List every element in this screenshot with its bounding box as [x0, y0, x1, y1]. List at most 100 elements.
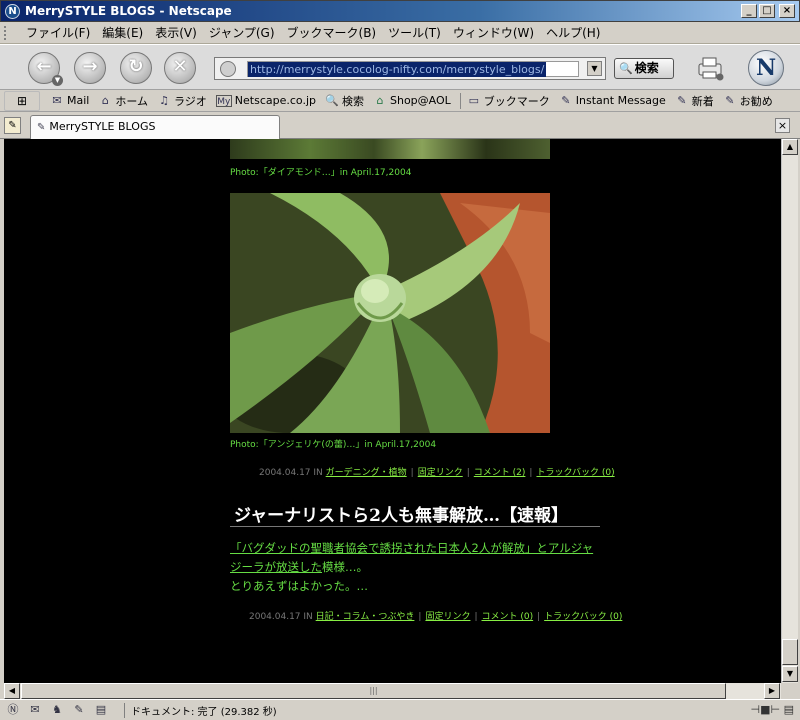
post-title: ジャーナリストら2人も無事解放…【速報】: [230, 501, 600, 527]
search-icon: 🔍: [325, 93, 339, 107]
back-icon: ←: [36, 56, 52, 77]
page-content: Photo:「ダイアモンド…」in April.17,2004 Photo:「ア…: [4, 139, 781, 683]
back-history-dropdown-icon[interactable]: ▼: [52, 75, 63, 86]
page-icon: ✎: [37, 122, 46, 133]
comments-link[interactable]: コメント (0): [482, 612, 534, 622]
netscape-logo[interactable]: N: [748, 50, 784, 86]
address-book-icon[interactable]: ▤: [92, 702, 110, 718]
aim-icon[interactable]: ♞: [48, 702, 66, 718]
netscape-app-icon: N: [5, 4, 20, 19]
bookmark-link-icon: ✎: [677, 93, 687, 107]
close-tab-button[interactable]: ×: [775, 118, 790, 133]
vertical-scrollbar[interactable]: ▲ ▼: [781, 139, 798, 683]
page-proxy-icon[interactable]: [220, 61, 236, 77]
minimize-button[interactable]: _: [741, 4, 757, 18]
navigation-toolbar: ← ▼ → ↻ ✕ http://merrystyle.cocolog-nift…: [0, 44, 800, 90]
permalink-link[interactable]: 固定リンク: [425, 612, 470, 622]
menu-view[interactable]: 表示(V): [149, 24, 203, 41]
comments-link[interactable]: コメント (2): [474, 468, 526, 478]
search-button[interactable]: 🔍 検索: [614, 58, 674, 79]
trackback-link[interactable]: トラックバック (0): [536, 468, 614, 478]
entry-meta: 2004.04.17 IN 日記・コラム・つぶやき | 固定リンク | コメント (0)…: [249, 612, 623, 622]
close-window-button[interactable]: ×: [779, 4, 795, 18]
netscape-component-icon[interactable]: Ⓝ: [4, 702, 22, 718]
horizontal-scroll-thumb[interactable]: |||: [21, 683, 726, 699]
toolbar-item-search[interactable]: 🔍 検索: [325, 93, 364, 109]
scroll-left-button[interactable]: ◀: [4, 683, 20, 699]
stop-button[interactable]: ✕: [164, 52, 196, 84]
forward-button[interactable]: →: [74, 52, 106, 84]
personal-toolbar: ⊞ ✉ Mail ⌂ ホーム ♫ ラジオ My Netscape.co.jp 🔍 検索 ⌂…: [0, 90, 800, 112]
permalink-link[interactable]: 固定リンク: [418, 468, 463, 478]
my-netscape-icon: My: [215, 94, 232, 107]
maximize-button[interactable]: □: [759, 4, 775, 18]
horizontal-scrollbar[interactable]: ◀ ||| ▶: [4, 683, 781, 699]
tab-label: MerrySTYLE BLOGS: [49, 120, 156, 133]
bookmark-link-icon: ✎: [561, 93, 571, 107]
mail-icon: ✉: [52, 93, 62, 107]
menu-go[interactable]: ジャンプ(G): [203, 24, 281, 41]
category-link[interactable]: 日記・コラム・つぶやき: [316, 612, 415, 622]
menu-window[interactable]: ウィンドウ(W): [447, 24, 540, 41]
photo-angelique-bud: [230, 193, 550, 433]
print-icon[interactable]: [696, 55, 724, 81]
toolbar-item-radio[interactable]: ♫ ラジオ: [157, 93, 207, 109]
toolbar-item-instant-message[interactable]: ✎ Instant Message: [559, 94, 666, 107]
search-button-label: 検索: [634, 61, 659, 75]
status-text: ドキュメント: 完了 (29.382 秒): [124, 702, 634, 718]
post-body-line2: とりあえずはよかった。…: [230, 579, 368, 593]
trackback-link[interactable]: トラックバック (0): [544, 612, 622, 622]
menu-grip[interactable]: [4, 26, 10, 40]
reload-icon: ↻: [128, 56, 144, 77]
toolbar-item-home[interactable]: ⌂ ホーム: [98, 93, 148, 109]
toolbar-separator: [459, 92, 461, 109]
menu-bar: ファイル(F) 編集(E) 表示(V) ジャンプ(G) ブックマーク(B) ツー…: [0, 22, 800, 44]
scroll-up-button[interactable]: ▲: [782, 139, 798, 155]
bookmark-link-icon: ✎: [725, 93, 735, 107]
url-history-dropdown[interactable]: ▼: [587, 61, 602, 76]
entry-meta: 2004.04.17 IN ガーデニング・植物 | 固定リンク | コメント (2) | ト…: [259, 468, 615, 478]
category-link[interactable]: ガーデニング・植物: [326, 468, 407, 478]
photo-caption-diamond: Photo:「ダイアモンド…」in April.17,2004: [230, 168, 412, 178]
toolbar-item-new[interactable]: ✎ 新着: [675, 93, 714, 109]
scroll-corner: [781, 683, 798, 699]
toolbar-item-mail[interactable]: ✉ Mail: [50, 94, 89, 107]
menu-tools[interactable]: ツール(T): [382, 24, 447, 41]
toolbar-item-netscape[interactable]: My Netscape.co.jp: [215, 94, 316, 107]
window-title: MerrySTYLE BLOGS - Netscape: [25, 4, 232, 18]
scroll-right-button[interactable]: ▶: [764, 683, 780, 699]
toolbar-item-shop[interactable]: ⌂ Shop@AOL: [373, 94, 451, 107]
url-bar: http://merrystyle.cocolog-nifty.com/merr…: [214, 57, 606, 80]
shop-icon: ⌂: [376, 93, 384, 107]
vertical-scroll-thumb[interactable]: [782, 639, 798, 665]
scroll-down-button[interactable]: ▼: [782, 666, 798, 682]
window-controls: _ □ ×: [741, 4, 795, 18]
toolbar-item-recommend[interactable]: ✎ お勧め: [723, 93, 773, 109]
title-bar: N MerrySTYLE BLOGS - Netscape _ □ ×: [0, 0, 800, 22]
status-bar: Ⓝ ✉ ♞ ✎ ▤ ドキュメント: 完了 (29.382 秒) ⊣■⊢ ▤: [0, 699, 800, 720]
entry-date: 2004.04.17 IN: [259, 468, 323, 478]
url-input[interactable]: http://merrystyle.cocolog-nifty.com/merr…: [247, 61, 579, 77]
menu-file[interactable]: ファイル(F): [20, 24, 96, 41]
url-text: http://merrystyle.cocolog-nifty.com/merr…: [248, 62, 547, 77]
menu-bookmarks[interactable]: ブックマーク(B): [281, 24, 383, 41]
forward-icon: →: [82, 56, 98, 77]
post-body: 「バグダッドの聖職者協会で誘拐された日本人2人が解放」とアルジャジーラが放送した…: [230, 539, 600, 596]
search-icon: 🔍: [619, 62, 633, 75]
home-icon: ⌂: [101, 93, 109, 107]
composer-icon[interactable]: ✎: [70, 702, 88, 718]
headphones-icon: ♫: [159, 93, 169, 107]
connection-icon: ⊣■⊢ ▤: [750, 703, 794, 716]
mail-icon[interactable]: ✉: [26, 702, 44, 718]
new-tab-icon[interactable]: ✎: [4, 117, 21, 134]
news-link[interactable]: 「バグダッドの聖職者協会で誘拐された日本人2人が解放」とアルジャジーラが放送した: [230, 541, 593, 574]
photo-diamond-bottom: [230, 139, 550, 159]
sidebar-toggle-icon[interactable]: ⊞: [4, 90, 40, 111]
entry-date: 2004.04.17 IN: [249, 612, 313, 622]
tab-merrystyle-blogs[interactable]: ✎ MerrySTYLE BLOGS: [30, 115, 280, 139]
toolbar-item-bookmarks[interactable]: ▭ ブックマーク: [467, 93, 550, 109]
menu-edit[interactable]: 編集(E): [96, 24, 149, 41]
reload-button[interactable]: ↻: [120, 52, 152, 84]
menu-help[interactable]: ヘルプ(H): [540, 24, 606, 41]
back-button[interactable]: ← ▼: [28, 52, 63, 86]
